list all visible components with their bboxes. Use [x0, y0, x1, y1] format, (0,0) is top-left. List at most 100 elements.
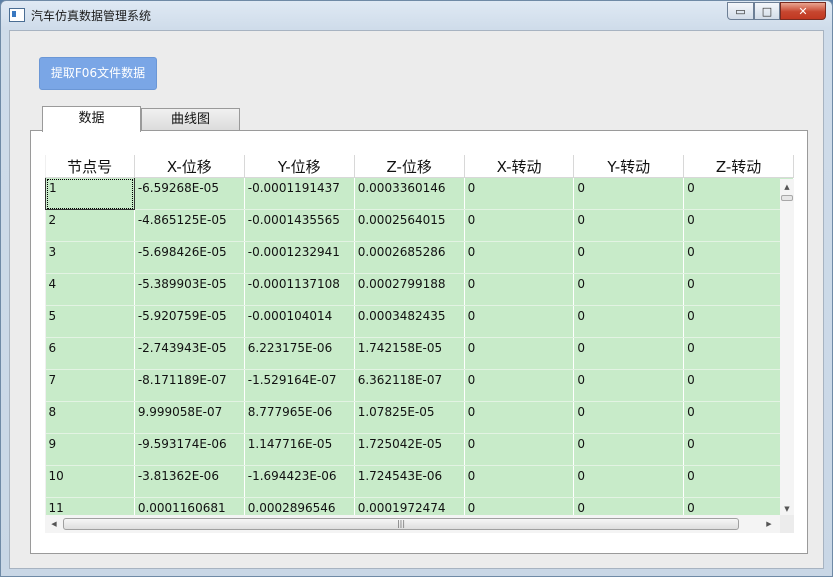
table-cell[interactable]: 0 [573, 305, 685, 338]
table-cell[interactable]: 0 [573, 273, 685, 306]
table-cell[interactable]: -5.920759E-05 [134, 305, 245, 338]
table-cell[interactable]: 0 [683, 401, 794, 434]
scroll-down-icon[interactable]: ▼ [780, 503, 794, 515]
table-cell[interactable]: 0 [683, 305, 794, 338]
table-cell[interactable]: 4 [45, 273, 135, 306]
table-cell[interactable]: 9 [45, 433, 135, 466]
table-cell[interactable]: -5.698426E-05 [134, 241, 245, 274]
vertical-scroll-thumb[interactable] [781, 195, 793, 201]
table-cell[interactable]: 0 [464, 209, 575, 242]
table-cell[interactable]: -0.0001191437 [244, 177, 355, 210]
table-cell[interactable]: 0 [464, 401, 575, 434]
table-cell[interactable]: 0 [573, 337, 685, 370]
scroll-right-icon[interactable]: ▶ [762, 517, 776, 531]
horizontal-scrollbar[interactable]: ◀ ||| ▶ [45, 515, 780, 533]
table-cell[interactable]: 1 [45, 177, 135, 210]
table-cell[interactable]: 0 [573, 401, 685, 434]
table-row[interactable]: 7 -8.171189E-07 -1.529164E-07 6.362118E-07 0… [45, 369, 794, 402]
tab-curve-chart[interactable]: 曲线图 [141, 108, 240, 130]
table-cell[interactable]: 0.0002799188 [354, 273, 465, 306]
table-cell[interactable]: -2.743943E-05 [134, 337, 245, 370]
table-cell[interactable]: -0.000104014 [244, 305, 355, 338]
scroll-left-icon[interactable]: ◀ [47, 517, 61, 531]
table-cell[interactable]: 0 [683, 465, 794, 498]
table-cell[interactable]: 0 [573, 369, 685, 402]
horizontal-scroll-thumb[interactable]: ||| [63, 518, 739, 530]
column-header[interactable]: 节点号 [45, 155, 135, 178]
table-cell[interactable]: 0.0003482435 [354, 305, 465, 338]
table-cell[interactable]: -0.0001137108 [244, 273, 355, 306]
table-cell[interactable]: 0 [683, 209, 794, 242]
column-header[interactable]: X-转动 [464, 155, 575, 178]
table-row[interactable]: 3 -5.698426E-05 -0.0001232941 0.0002685286 0… [45, 241, 794, 274]
table-cell[interactable]: 5 [45, 305, 135, 338]
table-cell[interactable]: 0 [683, 433, 794, 466]
table-cell[interactable]: 0 [683, 273, 794, 306]
table-cell[interactable]: 2 [45, 209, 135, 242]
table-row[interactable]: 1 -6.59268E-05 -0.0001191437 0.0003360146 0 0… [45, 177, 794, 210]
extract-f06-button[interactable]: 提取F06文件数据 [39, 57, 157, 90]
table-cell[interactable]: 1.07825E-05 [354, 401, 465, 434]
column-header[interactable]: Y-转动 [573, 155, 685, 178]
table-cell[interactable]: -1.529164E-07 [244, 369, 355, 402]
table-cell[interactable]: 0 [464, 241, 575, 274]
table-cell[interactable]: 0 [464, 433, 575, 466]
table-cell[interactable]: 7 [45, 369, 135, 402]
table-cell[interactable]: 0 [683, 177, 794, 210]
table-cell[interactable]: 0 [573, 241, 685, 274]
close-button[interactable]: ✕ [780, 2, 826, 20]
vertical-scrollbar[interactable]: ▲ ▼ [780, 179, 794, 515]
table-row[interactable]: 10 -3.81362E-06 -1.694423E-06 1.724543E-06 0… [45, 465, 794, 498]
table-cell[interactable]: -8.171189E-07 [134, 369, 245, 402]
table-cell[interactable]: 0 [683, 241, 794, 274]
table-cell[interactable]: -1.694423E-06 [244, 465, 355, 498]
column-header[interactable]: X-位移 [134, 155, 245, 178]
table-cell[interactable]: -0.0001232941 [244, 241, 355, 274]
table-cell[interactable]: -4.865125E-05 [134, 209, 245, 242]
table-cell[interactable]: -9.593174E-06 [134, 433, 245, 466]
table-row[interactable]: 2 -4.865125E-05 -0.0001435565 0.0002564015 0… [45, 209, 794, 242]
tab-data[interactable]: 数据 [42, 106, 141, 132]
table-cell[interactable]: 0 [464, 273, 575, 306]
table-cell[interactable]: 0.0002564015 [354, 209, 465, 242]
table-cell[interactable]: 0 [464, 305, 575, 338]
table-cell[interactable]: 0 [573, 433, 685, 466]
table-cell[interactable]: 0 [683, 369, 794, 402]
table-cell[interactable]: 0 [464, 337, 575, 370]
table-cell[interactable]: -0.0001435565 [244, 209, 355, 242]
column-header[interactable]: Y-位移 [244, 155, 355, 178]
table-cell[interactable]: 8.777965E-06 [244, 401, 355, 434]
table-cell[interactable]: 0 [464, 177, 575, 210]
table-cell[interactable]: 1.147716E-05 [244, 433, 355, 466]
table-cell[interactable]: 0 [464, 369, 575, 402]
table-row[interactable]: 4 -5.389903E-05 -0.0001137108 0.0002799188 0… [45, 273, 794, 306]
table-row[interactable]: 8 9.999058E-07 8.777965E-06 1.07825E-05 0 0 0 [45, 401, 794, 434]
table-cell[interactable]: -6.59268E-05 [134, 177, 245, 210]
table-cell[interactable]: 6.362118E-07 [354, 369, 465, 402]
table-row[interactable]: 5 -5.920759E-05 -0.000104014 0.0003482435 0 0… [45, 305, 794, 338]
table-cell[interactable]: 10 [45, 465, 135, 498]
table-cell[interactable]: 0 [464, 465, 575, 498]
table-cell[interactable]: 0 [573, 209, 685, 242]
table-cell[interactable]: 0 [573, 177, 685, 210]
table-cell[interactable]: 9.999058E-07 [134, 401, 245, 434]
table-cell[interactable]: 1.725042E-05 [354, 433, 465, 466]
table-cell[interactable]: 1.724543E-06 [354, 465, 465, 498]
table-cell[interactable]: 3 [45, 241, 135, 274]
maximize-button[interactable]: □ [754, 2, 780, 20]
table-row[interactable]: 9 -9.593174E-06 1.147716E-05 1.725042E-05 0 0… [45, 433, 794, 466]
column-header[interactable]: Z-转动 [683, 155, 794, 178]
table-cell[interactable]: 0.0003360146 [354, 177, 465, 210]
table-cell[interactable]: 8 [45, 401, 135, 434]
table-cell[interactable]: 6 [45, 337, 135, 370]
table-cell[interactable]: 1.742158E-05 [354, 337, 465, 370]
column-header[interactable]: Z-位移 [354, 155, 465, 178]
table-row[interactable]: 6 -2.743943E-05 6.223175E-06 1.742158E-05 0 0… [45, 337, 794, 370]
table-cell[interactable]: 6.223175E-06 [244, 337, 355, 370]
table-cell[interactable]: -3.81362E-06 [134, 465, 245, 498]
minimize-button[interactable]: ▭ [727, 2, 754, 20]
table-cell[interactable]: 0 [683, 337, 794, 370]
table-cell[interactable]: -5.389903E-05 [134, 273, 245, 306]
table-cell[interactable]: 0.0002685286 [354, 241, 465, 274]
scroll-up-icon[interactable]: ▲ [780, 181, 794, 193]
